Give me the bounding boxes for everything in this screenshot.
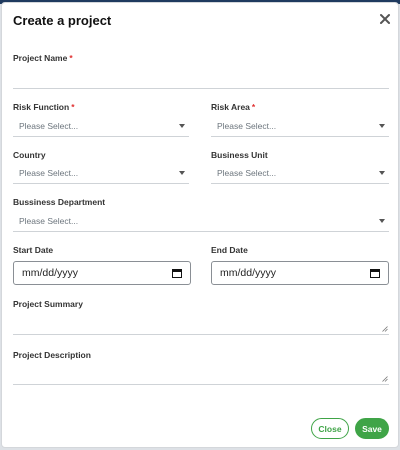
business-department-label: Bussiness Department <box>13 197 106 207</box>
project-name-label-text: Project Name <box>13 53 68 63</box>
save-button[interactable]: Save <box>355 418 389 439</box>
project-summary-textarea[interactable] <box>13 315 389 335</box>
required-mark: * <box>251 102 256 112</box>
risk-area-value: Please Select... <box>217 121 277 131</box>
project-description-label: Project Description <box>13 350 91 360</box>
start-date-label: Start Date <box>13 245 54 255</box>
risk-function-label-text: Risk Function <box>13 102 70 112</box>
business-department-select[interactable]: Please Select... <box>13 212 389 232</box>
required-mark: * <box>71 102 75 112</box>
chevron-down-icon <box>179 171 185 175</box>
risk-area-select[interactable]: Please Select... <box>211 117 389 137</box>
chevron-down-icon <box>379 124 385 128</box>
end-date-value: mm/dd/yyyy <box>220 267 277 279</box>
risk-function-label: Risk Function * <box>13 102 75 112</box>
risk-area-label-text: Risk Area <box>211 102 250 112</box>
start-date-input[interactable]: mm/dd/yyyy <box>13 261 191 285</box>
required-mark: * <box>69 53 73 63</box>
end-date-label: End Date <box>211 245 248 255</box>
project-description-textarea[interactable] <box>13 365 389 385</box>
calendar-icon[interactable] <box>370 268 380 278</box>
end-date-input[interactable]: mm/dd/yyyy <box>211 261 389 285</box>
business-unit-label: Business Unit <box>211 150 268 160</box>
close-button[interactable]: Close <box>311 418 349 439</box>
project-name-input[interactable] <box>13 69 389 89</box>
chevron-down-icon <box>379 219 385 223</box>
resize-grip-icon[interactable] <box>382 376 388 382</box>
resize-grip-icon[interactable] <box>382 326 388 332</box>
calendar-icon[interactable] <box>172 268 182 278</box>
modal-title: Create a project <box>13 13 112 28</box>
country-value: Please Select... <box>19 168 79 178</box>
business-unit-value: Please Select... <box>217 168 277 178</box>
chevron-down-icon <box>179 124 185 128</box>
project-summary-label: Project Summary <box>13 299 83 309</box>
business-department-value: Please Select... <box>19 216 79 226</box>
chevron-down-icon <box>379 171 385 175</box>
create-project-modal: Create a project Project Name * Risk Func… <box>1 2 399 448</box>
start-date-value: mm/dd/yyyy <box>22 267 79 279</box>
close-icon[interactable] <box>378 12 392 26</box>
project-name-label: Project Name * <box>13 53 73 63</box>
risk-function-value: Please Select... <box>19 121 79 131</box>
country-label: Country <box>13 150 46 160</box>
business-unit-select[interactable]: Please Select... <box>211 164 389 184</box>
risk-area-label: Risk Area * <box>211 102 255 112</box>
country-select[interactable]: Please Select... <box>13 164 189 184</box>
risk-function-select[interactable]: Please Select... <box>13 117 189 137</box>
